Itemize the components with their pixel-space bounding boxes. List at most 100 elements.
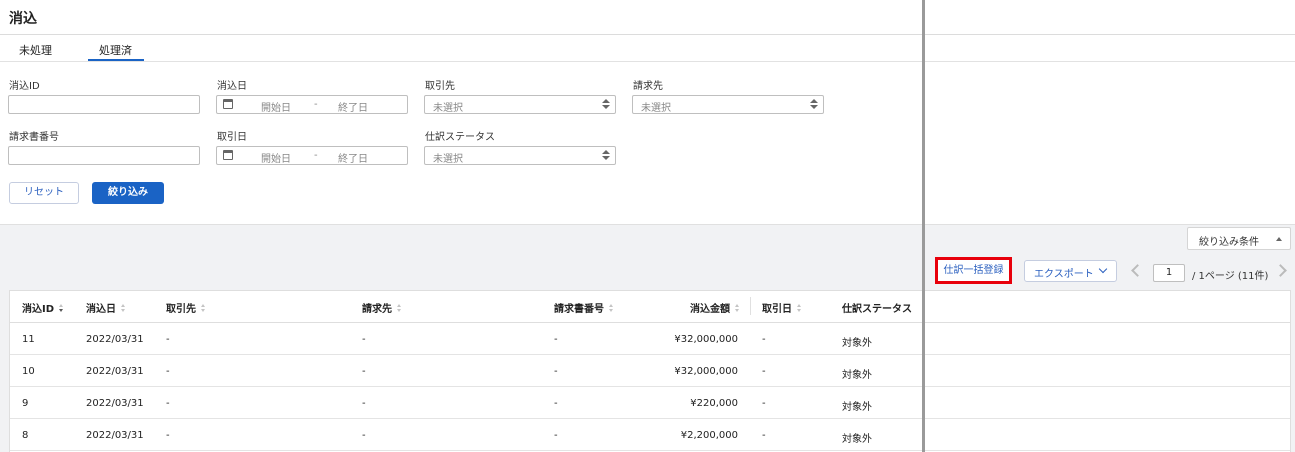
billing-to-label: 請求先 xyxy=(633,81,663,92)
column-header-journal-status: 仕訳ステータス xyxy=(842,304,912,315)
sort-icon xyxy=(797,303,802,313)
cell-id: 10 xyxy=(22,366,35,377)
transaction-date-range[interactable]: 開始日 - 終了日 xyxy=(216,146,408,165)
cell-id: 9 xyxy=(22,398,29,409)
cell-invoice-number: - xyxy=(554,334,558,345)
tab-unprocessed[interactable]: 未処理 xyxy=(19,42,52,58)
cell-journal-status: 対象外 xyxy=(842,338,872,349)
journal-status-placeholder: 未選択 xyxy=(433,154,463,165)
column-divider xyxy=(750,297,751,315)
tab-processed[interactable]: 処理済 xyxy=(99,42,132,58)
right-pane-header xyxy=(925,0,1295,35)
apply-filter-button[interactable]: 絞り込み xyxy=(92,182,164,204)
page-summary: / 1ページ (11件) xyxy=(1192,271,1269,282)
column-header-billing-to[interactable]: 請求先 xyxy=(362,300,402,315)
column-header-amount[interactable]: 消込金額 xyxy=(690,300,740,315)
counterparty-select[interactable]: 未選択 xyxy=(424,95,616,114)
cell-billing-to: - xyxy=(362,430,366,441)
cell-id: 8 xyxy=(22,430,29,441)
page-title: 消込 xyxy=(9,11,37,27)
pane-splitter[interactable] xyxy=(922,0,925,452)
calendar-icon xyxy=(223,150,233,160)
cell-transaction-date: - xyxy=(762,334,766,345)
cell-billing-to: - xyxy=(362,398,366,409)
journal-status-select[interactable]: 未選択 xyxy=(424,146,616,165)
cell-amount: ¥220,000 xyxy=(690,398,738,409)
column-header-id[interactable]: 消込ID xyxy=(22,300,64,315)
sort-icon xyxy=(59,303,64,313)
filter-conditions-toggle[interactable]: 絞り込み条件 xyxy=(1187,227,1291,250)
sort-icon xyxy=(201,303,206,313)
column-header-reconciliation-date[interactable]: 消込日 xyxy=(86,300,126,315)
divider xyxy=(925,61,1295,62)
reconciliation-table: 消込ID 消込日 取引先 請求先 請求書番号 消込金額 取引日 仕訳ステータス … xyxy=(9,290,1291,452)
cell-invoice-number: - xyxy=(554,398,558,409)
app-header: 消込 xyxy=(0,0,922,35)
sort-icon xyxy=(121,303,126,313)
sort-icon xyxy=(609,303,614,313)
cell-invoice-number: - xyxy=(554,366,558,377)
cell-transaction-date: - xyxy=(762,398,766,409)
page-number-input[interactable]: 1 xyxy=(1153,264,1185,282)
reconciliation-date-range[interactable]: 開始日 - 終了日 xyxy=(216,95,408,114)
select-arrows-icon xyxy=(808,98,820,111)
cell-reconciliation-date: 2022/03/31 xyxy=(86,398,144,409)
calendar-icon xyxy=(223,99,233,109)
end-date-placeholder: 終了日 xyxy=(338,154,368,165)
tab-bar: 未処理 処理済 xyxy=(0,35,922,62)
cell-billing-to: - xyxy=(362,334,366,345)
cell-amount: ¥32,000,000 xyxy=(674,334,738,345)
cell-transaction-date: - xyxy=(762,366,766,377)
start-date-placeholder: 開始日 xyxy=(261,103,291,114)
cell-counterparty: - xyxy=(166,334,170,345)
select-arrows-icon xyxy=(600,98,612,111)
export-label: エクスポート xyxy=(1034,269,1094,280)
caret-up-icon xyxy=(1276,237,1282,241)
sort-icon xyxy=(735,303,740,313)
select-arrows-icon xyxy=(600,149,612,162)
cell-amount: ¥32,000,000 xyxy=(674,366,738,377)
active-tab-indicator xyxy=(88,59,144,61)
transaction-date-label: 取引日 xyxy=(217,132,247,143)
column-header-invoice-number[interactable]: 請求書番号 xyxy=(554,300,614,315)
cell-reconciliation-date: 2022/03/31 xyxy=(86,334,144,345)
cell-billing-to: - xyxy=(362,366,366,377)
cell-counterparty: - xyxy=(166,398,170,409)
billing-to-select[interactable]: 未選択 xyxy=(632,95,824,114)
cell-reconciliation-date: 2022/03/31 xyxy=(86,430,144,441)
cell-reconciliation-date: 2022/03/31 xyxy=(86,366,144,377)
start-date-placeholder: 開始日 xyxy=(261,154,291,165)
end-date-placeholder: 終了日 xyxy=(338,103,368,114)
cell-journal-status: 対象外 xyxy=(842,402,872,413)
sort-icon xyxy=(397,303,402,313)
bulk-journal-register-button[interactable]: 仕訳一括登録 xyxy=(935,257,1012,284)
column-header-transaction-date[interactable]: 取引日 xyxy=(762,300,802,315)
invoice-number-label: 請求書番号 xyxy=(9,132,59,143)
table-row[interactable]: 9 2022/03/31 - - - ¥220,000 - 対象外 xyxy=(10,387,1290,419)
date-separator: - xyxy=(314,99,318,110)
cell-counterparty: - xyxy=(166,366,170,377)
table-row[interactable]: 11 2022/03/31 - - - ¥32,000,000 - 対象外 xyxy=(10,323,1290,355)
cell-invoice-number: - xyxy=(554,430,558,441)
journal-status-label: 仕訳ステータス xyxy=(425,132,495,143)
export-dropdown-button[interactable]: エクスポート xyxy=(1024,260,1117,282)
cell-journal-status: 対象外 xyxy=(842,434,872,445)
reset-button[interactable]: リセット xyxy=(9,182,79,204)
reconciliation-id-input[interactable] xyxy=(8,95,200,114)
cell-counterparty: - xyxy=(166,430,170,441)
filter-conditions-label: 絞り込み条件 xyxy=(1199,237,1259,248)
table-row[interactable]: 10 2022/03/31 - - - ¥32,000,000 - 対象外 xyxy=(10,355,1290,387)
table-row[interactable]: 8 2022/03/31 - - - ¥2,200,000 - 対象外 xyxy=(10,419,1290,451)
reconciliation-id-label: 消込ID xyxy=(9,81,40,92)
cell-journal-status: 対象外 xyxy=(842,370,872,381)
chevron-down-icon xyxy=(1098,264,1108,274)
cell-transaction-date: - xyxy=(762,430,766,441)
date-separator: - xyxy=(314,150,318,161)
cell-id: 11 xyxy=(22,334,35,345)
billing-to-placeholder: 未選択 xyxy=(641,103,671,114)
column-header-counterparty[interactable]: 取引先 xyxy=(166,300,206,315)
reconciliation-date-label: 消込日 xyxy=(217,81,247,92)
counterparty-placeholder: 未選択 xyxy=(433,103,463,114)
cell-amount: ¥2,200,000 xyxy=(680,430,738,441)
invoice-number-input[interactable] xyxy=(8,146,200,165)
